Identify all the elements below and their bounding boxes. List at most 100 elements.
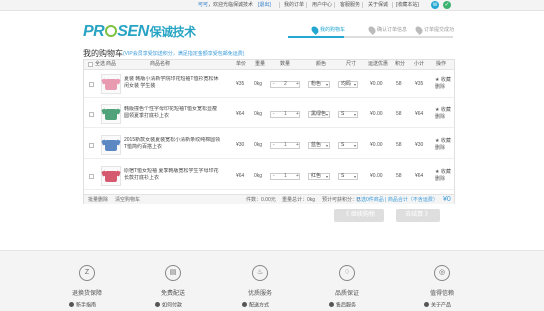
feature-link[interactable]: 配送方式 [242, 302, 269, 310]
favorite-button[interactable]: ★ 收藏 [435, 77, 451, 84]
feature-quality-guarantee: ♢ 品质保证 售后服务 [322, 257, 372, 311]
points: 58 [396, 111, 402, 117]
header-size: 尺寸 [346, 61, 357, 67]
weixin-icon[interactable]: ✓ [443, 1, 451, 9]
feature-link[interactable]: 如何付款 [155, 302, 182, 310]
shipping-discount: ¥0.00 [370, 142, 383, 148]
shipping-discount: ¥0.00 [370, 111, 383, 117]
feature-link[interactable]: 关于产品 [424, 302, 451, 310]
weight: 0kg [254, 111, 263, 117]
grand-total: ¥0 [443, 196, 451, 203]
bookmark-link[interactable]: [收藏本站] [396, 1, 419, 9]
size-select[interactable]: S ▾ [338, 142, 358, 149]
divider [392, 2, 393, 8]
product-thumbnail[interactable] [101, 74, 121, 94]
cart-title: 我的购物车 [83, 49, 123, 58]
shipping-discount: ¥0.00 [370, 81, 383, 87]
cart-table-footer: 批量删除 清空购物车 件数：0.00元 重量总计：0kg 预计可获积分：0 已选… [84, 194, 454, 204]
cart-page: 可可 ，欢迎光临保诚技术 [退出] 我的订单 用户中心 客服服务 关于保诚 [收… [0, 0, 544, 311]
header-unit-price: 单价 [236, 61, 247, 67]
divider [306, 2, 307, 8]
batch-delete-link[interactable]: 批量删除 [88, 197, 108, 203]
site-logo[interactable]: PR SEN保诚技术 [83, 23, 196, 41]
row-checkbox[interactable] [89, 143, 94, 148]
feature-link[interactable]: 新手指南 [69, 302, 96, 310]
weight: 0kg [254, 173, 263, 179]
continue-shopping-button[interactable]: 《 继续购物 [334, 209, 384, 222]
weibo-icon[interactable]: w [431, 1, 439, 9]
divider [334, 2, 335, 8]
points-total: 预计可获积分：0 [322, 197, 360, 203]
return-icon: Z [79, 265, 95, 281]
quantity-stepper[interactable]: -2 + [270, 81, 300, 88]
color-select[interactable]: 红色 ▾ [308, 173, 330, 180]
medal-icon: ◎ [434, 265, 450, 281]
about-link[interactable]: 关于保诚 [368, 1, 388, 9]
header-color: 颜色 [316, 61, 327, 67]
header-actions: 操作 [436, 61, 447, 67]
size-select[interactable]: S ▾ [338, 173, 358, 180]
product-thumbnail[interactable] [101, 166, 121, 186]
feature-link[interactable]: 售后服务 [329, 302, 356, 310]
quantity-stepper[interactable]: -1 + [270, 111, 300, 118]
unit-price: ¥35 [236, 81, 245, 87]
my-orders-link[interactable]: 我的订单 [284, 1, 304, 9]
feature-title: 品质保证 [334, 291, 359, 297]
color-select[interactable]: 蓝色 ▾ [308, 142, 330, 149]
row-checkbox[interactable] [89, 82, 94, 87]
points: 58 [396, 173, 402, 179]
color-select[interactable]: 黑绿色 ▾ [308, 111, 330, 118]
summary-count: 件数：0.00元 [246, 197, 276, 203]
size-select[interactable]: 均码 ▾ [338, 81, 358, 88]
feature-title: 优质服务 [247, 291, 272, 297]
header-subtotal: 小计 [414, 61, 425, 67]
product-name-link[interactable]: 韩版撞色个性字母印花短袖T恤女宽松显瘦圆领夏季打底衫上衣 [124, 106, 221, 122]
product-name-link[interactable]: 原宿T恤女短袖 夏季韩版宽松学生字母印花长款打底衫上衣 [124, 168, 221, 184]
welcome-text: ，欢迎光临保诚技术 [208, 2, 254, 8]
logout-link[interactable]: [退出] [258, 1, 271, 9]
favorite-button[interactable]: ★ 收藏 [435, 107, 451, 114]
header-select-all: 全选 [95, 61, 106, 67]
tshirt-icon [105, 140, 117, 151]
subtotal: ¥64 [415, 111, 424, 117]
clear-cart-link[interactable]: 清空购物车 [115, 197, 140, 203]
tshirt-icon [105, 171, 117, 182]
customer-service-link[interactable]: 客服服务 [340, 1, 360, 9]
thumb-icon: ♨ [252, 265, 268, 281]
product-thumbnail[interactable] [101, 135, 121, 155]
color-select[interactable]: 粉色 ▾ [308, 81, 330, 88]
user-center-link[interactable]: 用户中心 [312, 1, 332, 9]
service-footer: Z 退换货保障 新手指南 ▤ 免费配送 如何付款 ♨ 优质服务 配送方式 ♢ 品… [0, 250, 544, 311]
row-checkbox[interactable] [89, 112, 94, 117]
feature-return: Z 退换货保障 新手指南 [62, 257, 112, 311]
delete-button[interactable]: 删除 [435, 176, 445, 183]
username-link[interactable]: 可可 [198, 1, 208, 9]
select-all-checkbox[interactable] [88, 62, 93, 67]
subtotal: ¥64 [415, 173, 424, 179]
size-select[interactable]: S ▾ [338, 111, 358, 118]
product-thumbnail[interactable] [101, 104, 121, 124]
delete-button[interactable]: 删除 [435, 84, 445, 91]
quantity-stepper[interactable]: -1 + [270, 142, 300, 149]
feature-title: 值得信赖 [429, 291, 454, 297]
feature-title: 退换货保障 [71, 291, 102, 297]
feature-trusted: ◎ 值得信赖 关于产品 [417, 257, 467, 311]
shield-icon: ♢ [339, 265, 355, 281]
quantity-stepper[interactable]: -1 + [270, 173, 300, 180]
delete-button[interactable]: 删除 [435, 114, 445, 121]
favorite-button[interactable]: ★ 收藏 [435, 138, 451, 145]
checkout-steps: 我的购物车 确认订单信息 订单提交成功 [288, 25, 454, 39]
subtotal: ¥35 [415, 81, 424, 87]
step-confirm-order: 确认订单信息 [377, 27, 408, 33]
unit-price: ¥64 [236, 173, 245, 179]
product-name-link[interactable]: 2015新款女装夏装宽松小清新条纹纯棉圆领T恤简约百搭上衣 [124, 137, 221, 153]
step-marker-icon [310, 25, 320, 35]
row-checkbox[interactable] [89, 174, 94, 179]
product-name-link[interactable]: 夏装 韩版小清新学院印花短袖T恤衫宽松休闲女装 学生装 [124, 76, 221, 92]
favorite-button[interactable]: ★ 收藏 [435, 169, 451, 176]
delete-button[interactable]: 删除 [435, 145, 445, 152]
cart-row: 韩版撞色个性字母印花短袖T恤女宽松显瘦圆领夏季打底衫上衣 ¥64 0kg -1 +… [84, 101, 454, 128]
selection-summary: 已选0件商品 | 商品合计（不含运费） [356, 197, 438, 203]
cart-row: 原宿T恤女短袖 夏季韩版宽松学生字母印花长款打底衫上衣 ¥64 0kg -1 + … [84, 163, 454, 190]
checkout-button[interactable]: 去结算 》 [396, 209, 440, 222]
